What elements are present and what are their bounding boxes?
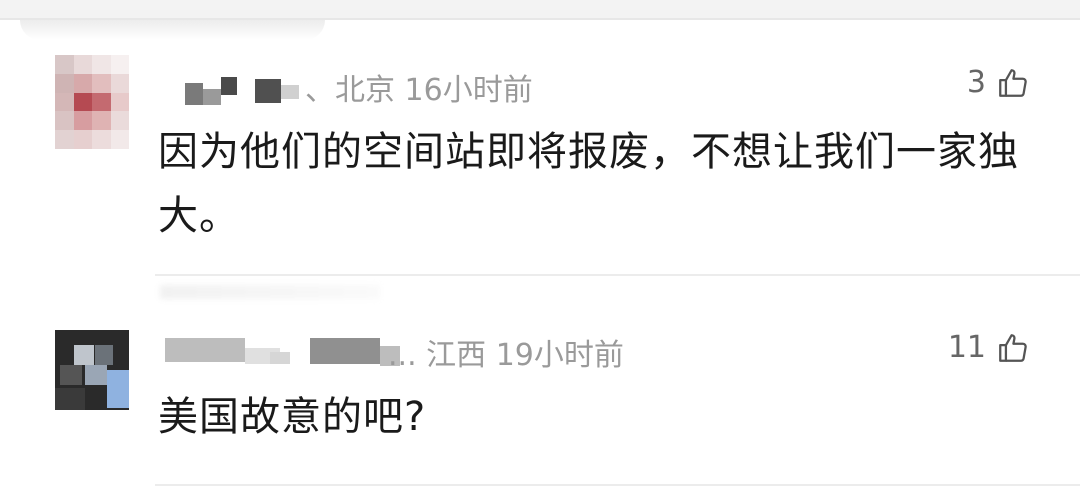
- thumbs-up-icon: [999, 68, 1027, 97]
- avatar[interactable]: [55, 330, 129, 410]
- avatar[interactable]: [55, 55, 129, 149]
- like-button[interactable]: 11: [948, 330, 1030, 365]
- comment-meta: 、北京 16小时前: [305, 65, 533, 109]
- comment-item: ... 江西 19小时前 11 美国故意的吧?: [0, 330, 1080, 480]
- comment-text: 美国故意的吧?: [158, 394, 427, 440]
- top-tab-shadow: [20, 20, 325, 40]
- top-strip: [0, 0, 1080, 18]
- username-redacted[interactable]: [160, 330, 410, 370]
- comment-divider: [155, 274, 1080, 276]
- comment-location: 、北京: [305, 73, 395, 108]
- comment-location: ... 江西: [388, 338, 487, 373]
- redacted-strip: [160, 285, 380, 299]
- username-redacted[interactable]: [160, 65, 320, 105]
- thumbs-up-icon: [999, 333, 1027, 362]
- like-count: 3: [966, 65, 986, 100]
- like-count: 11: [947, 330, 986, 365]
- comment-meta: ... 江西 19小时前: [388, 330, 624, 374]
- comment-item: 、北京 16小时前 3 因为他们的空间站即将报废，不想让我们一家独大。: [0, 55, 1080, 275]
- comment-time: 19小时前: [495, 338, 624, 373]
- comment-time: 16小时前: [404, 73, 533, 108]
- like-button[interactable]: 3: [967, 65, 1030, 100]
- comment-text: 因为他们的空间站即将报废，不想让我们一家独大。: [158, 129, 1019, 239]
